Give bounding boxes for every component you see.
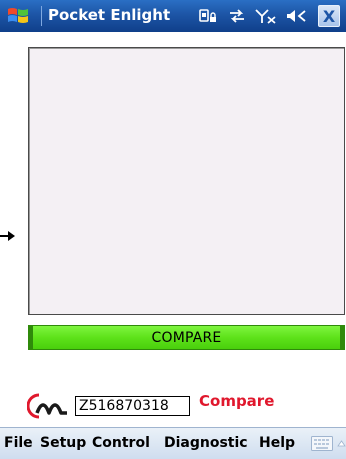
secure-device-icon[interactable] <box>199 8 219 24</box>
connectivity-icon[interactable] <box>228 8 246 24</box>
arrow-right-icon <box>0 231 15 241</box>
volume-muted-icon[interactable] <box>286 8 310 24</box>
main-content: COMPARE Z516870318 Compare <box>0 32 346 427</box>
enlight-logo <box>27 393 67 419</box>
serial-number-field[interactable]: Z516870318 <box>75 396 190 416</box>
compare-link[interactable]: Compare <box>199 392 274 410</box>
keyboard-icon[interactable] <box>311 436 333 451</box>
menu-setup[interactable]: Setup <box>40 435 86 451</box>
start-flag-icon[interactable] <box>6 5 30 27</box>
title-separator <box>41 6 42 26</box>
input-arrow-icon[interactable] <box>337 439 346 448</box>
compare-button[interactable]: COMPARE <box>28 325 345 350</box>
close-button[interactable]: X <box>318 5 340 27</box>
window-title: Pocket Enlight <box>48 6 171 24</box>
menu-diagnostic[interactable]: Diagnostic <box>164 435 248 451</box>
antenna-off-icon[interactable] <box>255 8 277 24</box>
menu-bar: File Setup Control Diagnostic Help <box>0 427 346 459</box>
title-bar: Pocket Enlight X <box>0 0 346 32</box>
menu-file[interactable]: File <box>4 435 33 451</box>
menu-help[interactable]: Help <box>259 435 295 451</box>
comparison-preview-area <box>28 47 345 315</box>
menu-control[interactable]: Control <box>92 435 150 451</box>
